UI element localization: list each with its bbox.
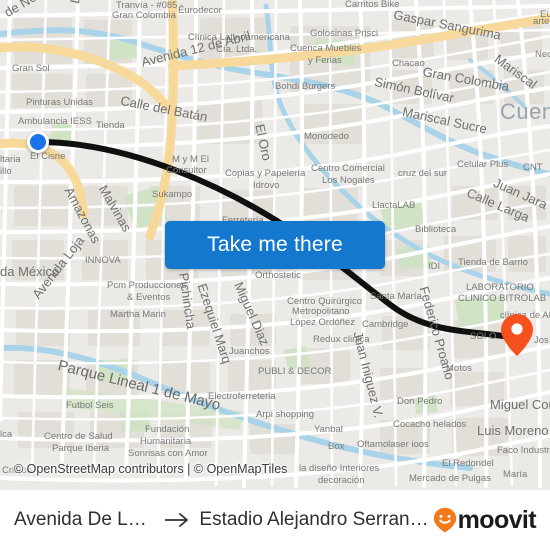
arrow-right-icon bbox=[164, 512, 190, 528]
moovit-logo[interactable]: moovit bbox=[433, 505, 537, 535]
map-canvas[interactable]: de NoviembreLos ATranvía - #085 -Gran Co… bbox=[0, 0, 550, 490]
map-attribution: © OpenStreetMap contributors | © OpenMap… bbox=[14, 462, 288, 476]
destination-pin-icon bbox=[501, 314, 533, 356]
route-summary: Avenida De Las A... Estadio Alejandro Se… bbox=[14, 509, 433, 531]
origin-marker[interactable] bbox=[27, 131, 49, 153]
route-destination-label: Estadio Alejandro Serrano Agu... bbox=[199, 509, 432, 530]
moovit-pin-icon bbox=[433, 507, 457, 533]
route-origin-label: Avenida De Las A... bbox=[14, 509, 155, 530]
route-footer-bar: Avenida De Las A... Estadio Alejandro Se… bbox=[0, 490, 550, 550]
moovit-map-screen: de NoviembreLos ATranvía - #085 -Gran Co… bbox=[0, 0, 550, 550]
moovit-wordmark: moovit bbox=[457, 505, 537, 534]
take-me-there-button[interactable]: Take me there bbox=[165, 221, 385, 269]
destination-marker[interactable] bbox=[500, 313, 534, 357]
